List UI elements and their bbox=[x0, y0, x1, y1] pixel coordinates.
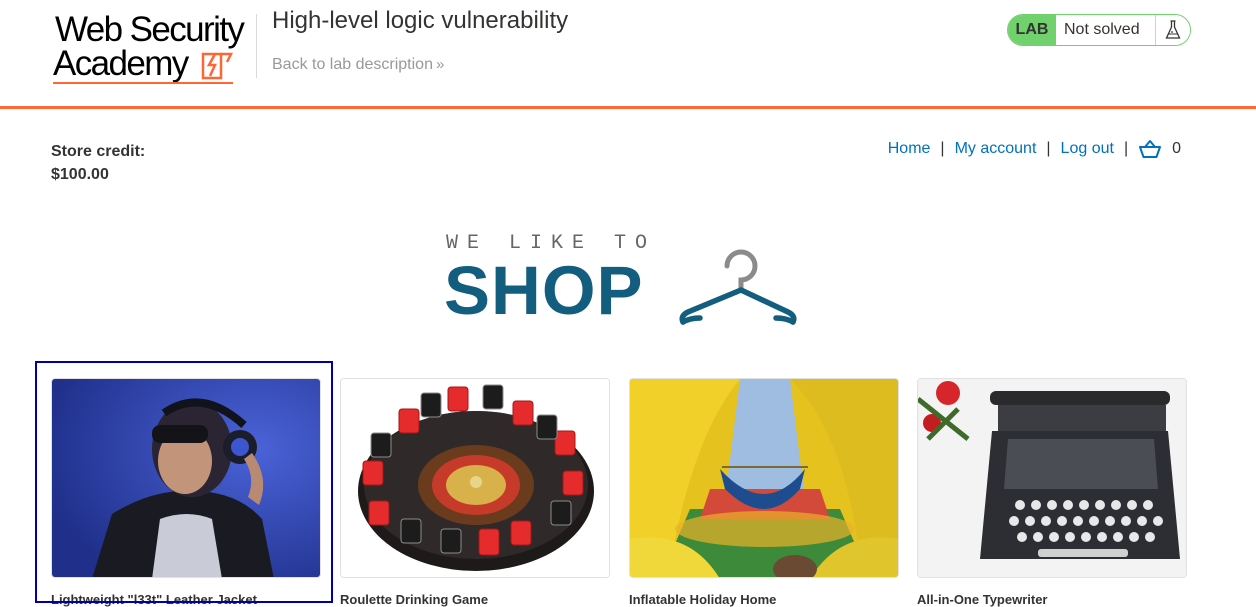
product-image-all-in-one-typewriter[interactable] bbox=[917, 378, 1187, 578]
flask-icon bbox=[1156, 15, 1190, 45]
product-image-roulette-drinking-game[interactable] bbox=[340, 378, 610, 578]
product-image-leather-jacket[interactable] bbox=[51, 378, 321, 578]
lab-status-widget: LAB Not solved bbox=[1007, 14, 1191, 46]
lab-badge: LAB bbox=[1008, 15, 1056, 45]
back-link-label: Back to lab description bbox=[272, 56, 433, 73]
store-credit: Store credit: $100.00 bbox=[51, 140, 145, 186]
coat-hanger-icon bbox=[679, 249, 797, 325]
cart-count: 0 bbox=[1172, 140, 1181, 157]
store-credit-value: $100.00 bbox=[51, 166, 109, 183]
lab-title: High-level logic vulnerability bbox=[272, 7, 569, 34]
top-links: Home | My account | Log out | 0 bbox=[888, 139, 1181, 159]
logo-line2: Academy bbox=[53, 44, 189, 83]
home-link[interactable]: Home bbox=[888, 140, 931, 158]
double-chevron-right-icon: » bbox=[435, 56, 445, 73]
product-card[interactable]: All-in-One Typewriter bbox=[917, 378, 1187, 607]
back-to-lab-description-link[interactable]: Back to lab description» bbox=[272, 56, 444, 74]
header-divider bbox=[256, 14, 257, 78]
product-card[interactable]: Lightweight "l33t" Leather Jacket bbox=[51, 378, 321, 607]
log-out-link[interactable]: Log out bbox=[1061, 140, 1114, 158]
logo-bolt-icon bbox=[201, 52, 234, 80]
store-credit-label: Store credit: bbox=[51, 143, 146, 160]
product-image-inflatable-holiday-home[interactable] bbox=[629, 378, 899, 578]
banner-headline: SHOP bbox=[444, 252, 644, 329]
product-name[interactable]: Roulette Drinking Game bbox=[340, 592, 610, 607]
cart-icon bbox=[1139, 140, 1162, 158]
shop-banner: WE LIKE TO SHOP bbox=[444, 228, 804, 328]
product-name[interactable]: Inflatable Holiday Home bbox=[629, 592, 899, 607]
cart-link[interactable]: 0 bbox=[1138, 139, 1181, 159]
nav-separator: | bbox=[1046, 140, 1051, 157]
web-security-academy-logo[interactable]: Web Security Academy bbox=[53, 12, 253, 84]
logo-line1: Web Security bbox=[55, 10, 245, 49]
nav-separator: | bbox=[1123, 140, 1129, 157]
lab-status-text: Not solved bbox=[1056, 15, 1156, 45]
academy-header: Web Security Academy High-level logic vu… bbox=[0, 0, 1256, 109]
product-name[interactable]: Lightweight "l33t" Leather Jacket bbox=[51, 592, 321, 607]
nav-separator: | bbox=[940, 140, 945, 157]
product-card[interactable]: Roulette Drinking Game bbox=[340, 378, 610, 607]
my-account-link[interactable]: My account bbox=[955, 140, 1037, 158]
product-card[interactable]: Inflatable Holiday Home bbox=[629, 378, 899, 607]
logo-underline bbox=[53, 82, 233, 84]
product-name[interactable]: All-in-One Typewriter bbox=[917, 592, 1187, 607]
